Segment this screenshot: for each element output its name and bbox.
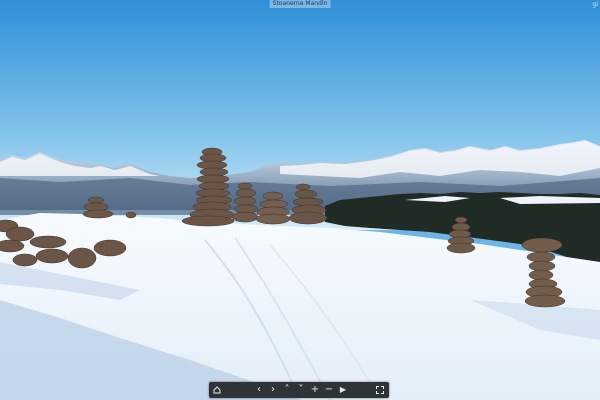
autoplay-button[interactable]: ▶	[337, 382, 349, 398]
pan-up-button[interactable]: ˄	[281, 382, 293, 398]
pan-down-button[interactable]: ˅	[295, 382, 307, 398]
chevron-left-icon: ‹	[257, 384, 261, 395]
chevron-right-icon: ›	[271, 384, 275, 395]
minus-icon: −	[324, 384, 334, 395]
pan-left-button[interactable]: ‹	[253, 382, 265, 398]
home-icon	[213, 386, 221, 394]
panorama-title: Stoanerne Mandln	[269, 0, 331, 8]
play-icon: ▶	[339, 385, 347, 394]
panorama-viewer[interactable]: Stoanerne Mandln gi ‹ › ˄ ˅ + − ▶	[0, 0, 600, 400]
chevron-down-icon: ˅	[298, 384, 304, 395]
zoom-in-button[interactable]: +	[309, 382, 321, 398]
pan-right-button[interactable]: ›	[267, 382, 279, 398]
zoom-out-button[interactable]: −	[323, 382, 335, 398]
fullscreen-button[interactable]	[374, 382, 386, 398]
chevron-up-icon: ˄	[284, 384, 290, 395]
panorama-image[interactable]	[0, 0, 600, 400]
navigation-toolbar: ‹ › ˄ ˅ + − ▶	[209, 382, 389, 398]
home-button[interactable]	[211, 382, 223, 398]
plus-icon: +	[310, 384, 320, 395]
corner-label: gi	[592, 1, 598, 8]
fullscreen-icon	[376, 386, 384, 394]
